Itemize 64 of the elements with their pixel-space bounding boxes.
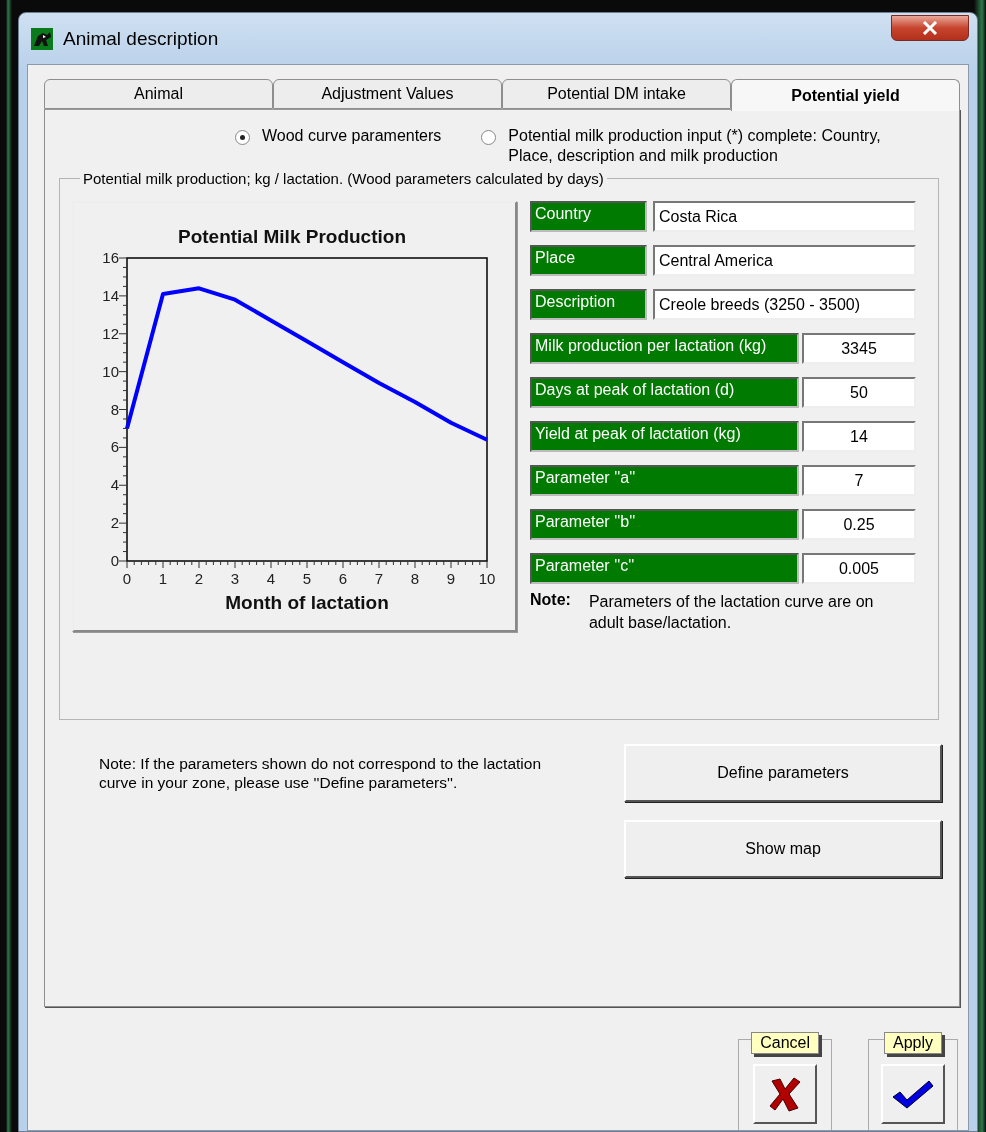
input-field[interactable]: 0.005 (802, 553, 916, 584)
input-field[interactable]: 3345 (802, 333, 916, 364)
button-caption: Cancel (751, 1032, 819, 1054)
tab[interactable]: Potential DM intake (502, 79, 731, 109)
tick-label: 3 (230, 570, 240, 587)
radio-option[interactable]: Potential milk production input (*) complete: Country, Place, description and milk production (481, 126, 929, 166)
tab[interactable]: Potential yield (731, 79, 960, 111)
tick-label: 6 (110, 438, 119, 456)
tick-label: 2 (110, 514, 119, 532)
button-caption: Apply (884, 1032, 942, 1054)
tick-label: 4 (110, 476, 119, 494)
field-label: Milk production per lactation (kg) (530, 333, 799, 364)
input-field[interactable]: 7 (802, 465, 916, 496)
tick-label: 9 (446, 570, 456, 587)
window-title: Animal description (63, 27, 219, 50)
cross-icon (768, 1075, 803, 1113)
tick-label: 12 (102, 324, 119, 342)
tick-label: 16 (102, 249, 119, 266)
tick-label: 2 (194, 570, 204, 587)
tick-label: 0 (110, 552, 119, 569)
tick-label: 5 (302, 570, 312, 587)
note-label: Note: (530, 591, 571, 610)
field-label: Parameter ''c'' (530, 553, 799, 584)
tick-label: 6 (338, 570, 348, 587)
axis-title: Month of lactation (225, 592, 389, 613)
radio-button[interactable] (235, 130, 250, 145)
field-label: Place (530, 245, 647, 276)
check-icon (891, 1079, 935, 1109)
icon-button[interactable] (753, 1064, 818, 1124)
input-field[interactable]: 0.25 (802, 509, 916, 540)
radio-option[interactable]: Wood curve paramenters (235, 126, 442, 146)
input-field[interactable]: Creole breeds (3250 - 3500) (653, 289, 916, 320)
field-label: Description (530, 289, 647, 320)
tick-label: 1 (158, 570, 168, 587)
input-field[interactable]: Costa Rica (653, 201, 916, 232)
app-icon (31, 27, 53, 50)
tick-label: 10 (102, 362, 119, 380)
close-icon (922, 20, 938, 35)
note-text: Parameters of the lactation curve are on adult base/lactation. (588, 592, 875, 633)
tab[interactable]: Adjustment Values (273, 79, 502, 109)
tick-label: 0 (122, 570, 132, 587)
field-label: Parameter ''b'' (530, 509, 799, 540)
field-label: Country (530, 201, 647, 232)
tick-label: 7 (374, 570, 384, 587)
icon-button[interactable] (881, 1064, 945, 1124)
input-field[interactable]: Central America (653, 245, 916, 276)
action-button[interactable]: Show map (624, 820, 942, 878)
group-title: Potential milk production; kg / lactation. (Wood parameters calculated by days) (82, 170, 605, 187)
input-field[interactable]: 14 (802, 421, 916, 452)
tick-label: 8 (110, 400, 119, 418)
radio-button[interactable] (481, 130, 497, 145)
tick-label: 4 (266, 570, 276, 587)
field-label: Yield at peak of lactation (kg) (530, 421, 799, 452)
tick-label: 10 (478, 570, 496, 587)
tick-label: 14 (102, 286, 119, 304)
tab[interactable]: Animal (44, 79, 273, 109)
field-label: Parameter ''a'' (530, 465, 799, 496)
field-label: Days at peak of lactation (d) (530, 377, 799, 408)
input-field[interactable]: 50 (802, 377, 916, 408)
action-button[interactable]: Define parameters (624, 744, 942, 802)
tick-label: 8 (410, 570, 420, 587)
chart-title: Potential Milk Production (178, 226, 406, 247)
close-button[interactable] (891, 14, 969, 41)
zone-note: Note: If the parameters shown do not correspond to the lactation curve in your zone, please use ''Define parameters''. (99, 754, 542, 793)
